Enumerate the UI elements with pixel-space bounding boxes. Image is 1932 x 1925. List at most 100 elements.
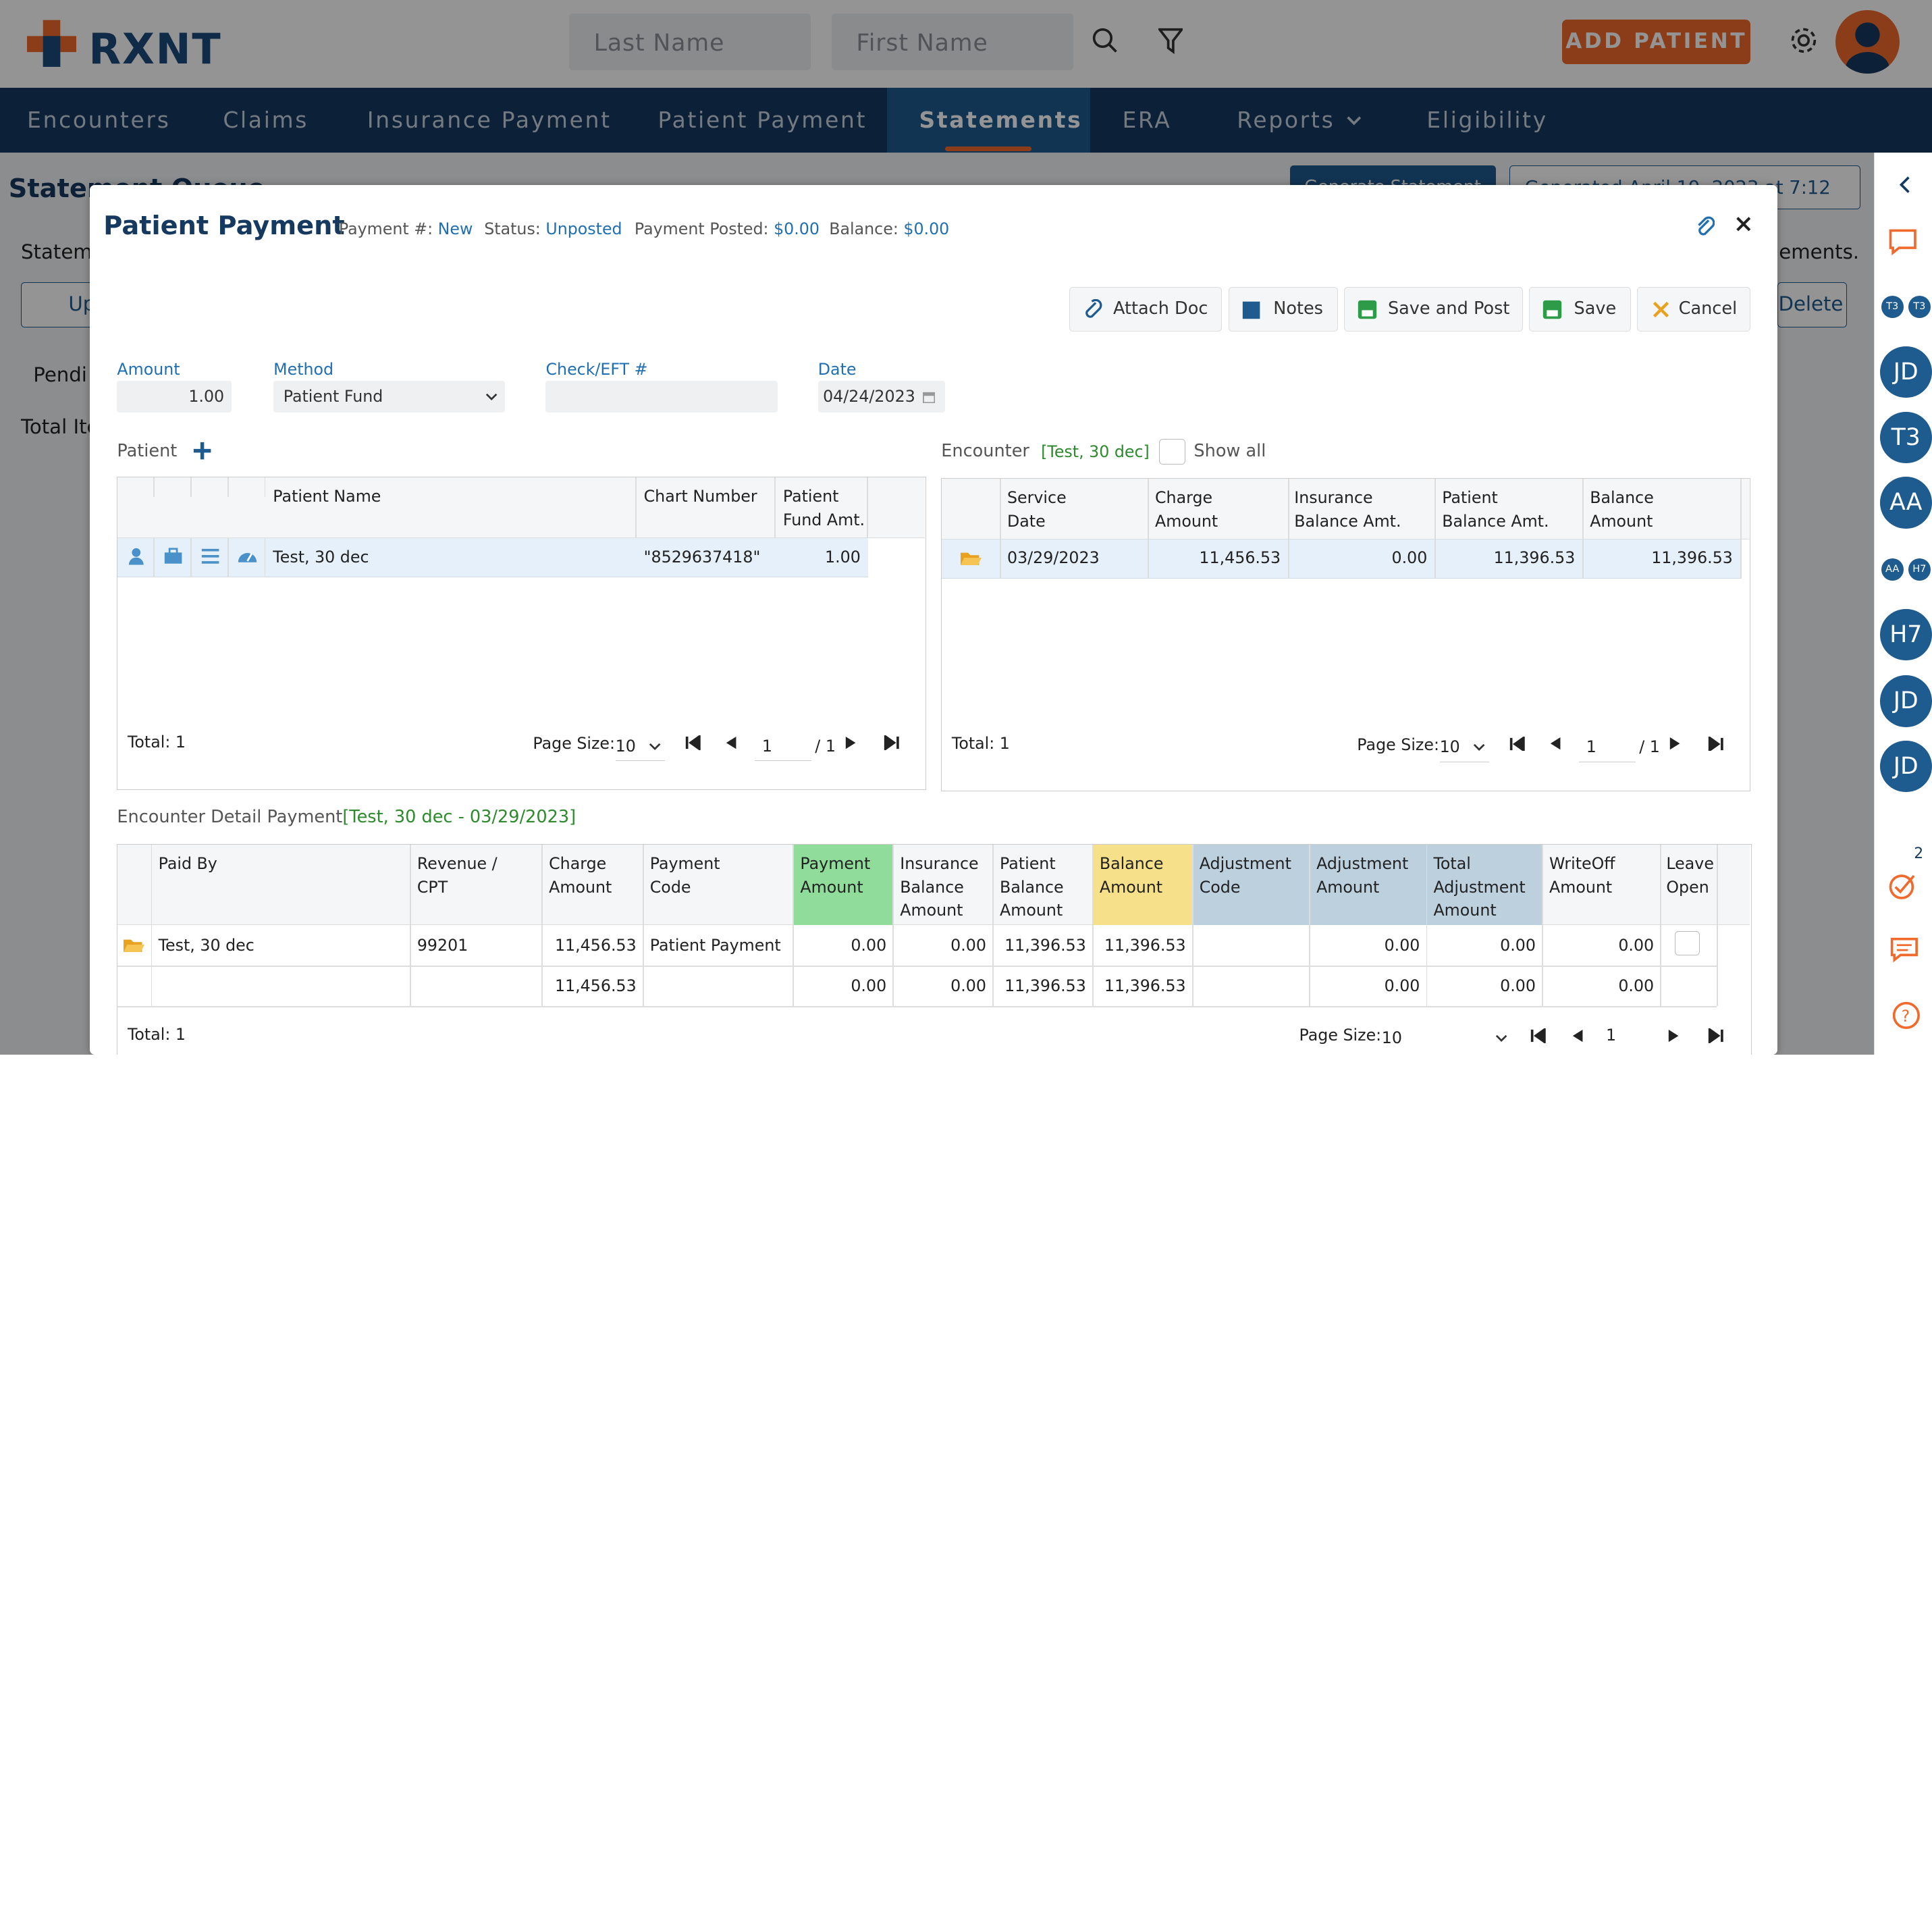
col-fund-amt: Fund Amt. <box>782 510 865 529</box>
pat-balance-cell: 11,396.53 <box>1004 935 1086 955</box>
add-patient-plus-icon[interactable] <box>192 441 212 460</box>
next-page-icon[interactable] <box>844 736 857 749</box>
help-icon[interactable]: ? <box>1891 1001 1921 1030</box>
show-all-checkbox[interactable] <box>1159 438 1185 465</box>
col-chg-l1: Charge <box>549 854 607 874</box>
prev-page-icon[interactable] <box>1572 1029 1584 1043</box>
paperclip-icon[interactable] <box>1695 215 1715 238</box>
folder-open-icon[interactable] <box>960 550 982 566</box>
dashboard-gauge-icon[interactable] <box>237 546 258 564</box>
save-button[interactable]: Save <box>1528 287 1632 332</box>
encounter-page-size-select[interactable]: 10 <box>1439 730 1489 762</box>
patient-balance-cell: 11,396.53 <box>1493 548 1576 568</box>
col-ta-l1: Total <box>1433 854 1471 874</box>
last-page-icon[interactable] <box>883 735 901 750</box>
save-and-post-button[interactable]: Save and Post <box>1344 287 1523 332</box>
method-label: Method <box>273 359 334 379</box>
rail-bubble-h7[interactable]: H7 <box>1879 608 1932 661</box>
rail-bubble-jd[interactable]: JD <box>1879 675 1932 727</box>
col-pat-line2: Balance Amt. <box>1442 511 1549 531</box>
encounter-page-input[interactable]: 1 <box>1578 730 1636 762</box>
task-check-icon[interactable] <box>1887 870 1918 901</box>
rail-small-bubble-t3[interactable]: T3 <box>1881 296 1904 318</box>
encounter-row[interactable]: 03/29/2023 11,456.53 0.00 11,396.53 11,3… <box>942 539 1740 579</box>
total-pat-balance-cell: 11,396.53 <box>1004 976 1086 995</box>
patient-grid: Patient Name Chart Number Patient Fund A… <box>117 477 927 790</box>
rail-small-bubble-h7[interactable]: H7 <box>1908 558 1931 581</box>
total-balance-cell: 11,396.53 <box>1104 976 1186 995</box>
last-page-icon[interactable] <box>1707 736 1725 751</box>
patient-page-input[interactable]: 1 <box>754 729 811 761</box>
save-and-post-label: Save and Post <box>1387 298 1510 319</box>
list-icon[interactable] <box>200 548 220 565</box>
rail-bubble-jd[interactable]: JD <box>1879 346 1932 398</box>
notes-button[interactable]: Notes <box>1228 287 1338 332</box>
rail-small-bubble-aa[interactable]: AA <box>1881 558 1904 581</box>
patient-page-size-select[interactable]: 10 <box>615 729 665 761</box>
modal-title: Patient Payment <box>103 211 345 242</box>
detail-page-size-select[interactable]: 10 <box>1382 1024 1510 1051</box>
rail-bubble-aa[interactable]: AA <box>1879 477 1932 529</box>
cancel-button[interactable]: Cancel <box>1637 287 1751 332</box>
prev-page-icon[interactable] <box>725 736 737 749</box>
patient-name-cell: Test, 30 dec <box>273 547 369 566</box>
col-pb-l2: Balance <box>1000 877 1064 897</box>
rail-small-bubble-t3[interactable]: T3 <box>1908 296 1931 318</box>
payment-posted-value: $0.00 <box>774 219 820 238</box>
status-label: Status: <box>484 219 541 238</box>
writeoff-cell[interactable]: 0.00 <box>1543 934 1654 957</box>
payment-balance: Balance: $0.00 <box>829 219 949 238</box>
col-ta-l3: Amount <box>1433 901 1497 920</box>
balance-amount-cell: 11,396.53 <box>1651 548 1733 568</box>
amount-input[interactable]: 1.00 <box>117 380 232 413</box>
col-pb-l1: Patient <box>1000 854 1056 874</box>
payment-code-cell[interactable]: Patient Payment <box>650 934 781 957</box>
first-page-icon[interactable] <box>1530 1028 1547 1043</box>
next-page-icon[interactable] <box>1669 737 1681 750</box>
col-ac-l1: Adjustment <box>1199 854 1291 874</box>
first-page-icon[interactable] <box>685 735 702 750</box>
check-eft-input[interactable] <box>545 380 778 413</box>
patient-row[interactable]: Test, 30 dec "8529637418" 1.00 <box>117 537 868 578</box>
page-size-value: 10 <box>615 736 636 756</box>
payment-amount-cell[interactable]: 0.00 <box>794 934 886 957</box>
chat-icon[interactable] <box>1887 227 1918 257</box>
attach-doc-button[interactable]: Attach Doc <box>1069 287 1223 332</box>
attach-doc-label: Attach Doc <box>1112 298 1208 319</box>
notes-label: Notes <box>1273 298 1323 319</box>
collapse-chevron-icon[interactable] <box>1898 175 1912 194</box>
calendar-icon[interactable] <box>922 391 936 403</box>
col-db-l2: Amount <box>1099 877 1163 897</box>
method-select[interactable]: Patient Fund <box>273 380 506 413</box>
detail-page-input[interactable]: 1 <box>1606 1026 1616 1045</box>
briefcase-icon[interactable] <box>163 548 183 565</box>
col-rev-l1: Revenue / <box>417 854 498 874</box>
col-ins-balance: Insurance Balance Amount <box>900 852 978 922</box>
col-pb-l3: Amount <box>1000 901 1063 920</box>
total-adjustment-amount-cell: 0.00 <box>1384 976 1420 995</box>
close-icon[interactable] <box>1735 215 1752 233</box>
adjustment-amount-cell[interactable]: 0.00 <box>1310 934 1420 957</box>
col-ac-l2: Code <box>1199 877 1241 897</box>
folder-open-icon[interactable] <box>124 937 145 953</box>
col-rev-l2: CPT <box>417 877 448 897</box>
col-lo-l1: Leave <box>1666 854 1714 874</box>
page-size-value: 10 <box>1381 1028 1402 1048</box>
rail-bubble-t3[interactable]: T3 <box>1879 411 1932 464</box>
col-patient-fund: Patient <box>782 487 839 506</box>
patient-page-of: / 1 <box>815 736 836 756</box>
rail-bubble-jd[interactable]: JD <box>1879 740 1932 793</box>
detail-total: Total: 1 <box>127 1024 186 1044</box>
col-ins-line1: Insurance <box>1294 488 1373 508</box>
encounter-context: [Test, 30 dec] <box>1041 442 1150 462</box>
prev-page-icon[interactable] <box>1549 737 1561 750</box>
message-icon[interactable] <box>1889 937 1919 964</box>
leave-open-checkbox[interactable] <box>1675 930 1700 956</box>
detail-context: [Test, 30 dec - 03/29/2023] <box>342 807 576 828</box>
patient-person-icon[interactable] <box>128 548 145 565</box>
col-pat-line1: Patient <box>1442 488 1498 508</box>
last-page-icon[interactable] <box>1707 1028 1725 1043</box>
date-input[interactable]: 04/24/2023 <box>817 380 945 413</box>
next-page-icon[interactable] <box>1667 1029 1680 1043</box>
first-page-icon[interactable] <box>1509 736 1526 751</box>
